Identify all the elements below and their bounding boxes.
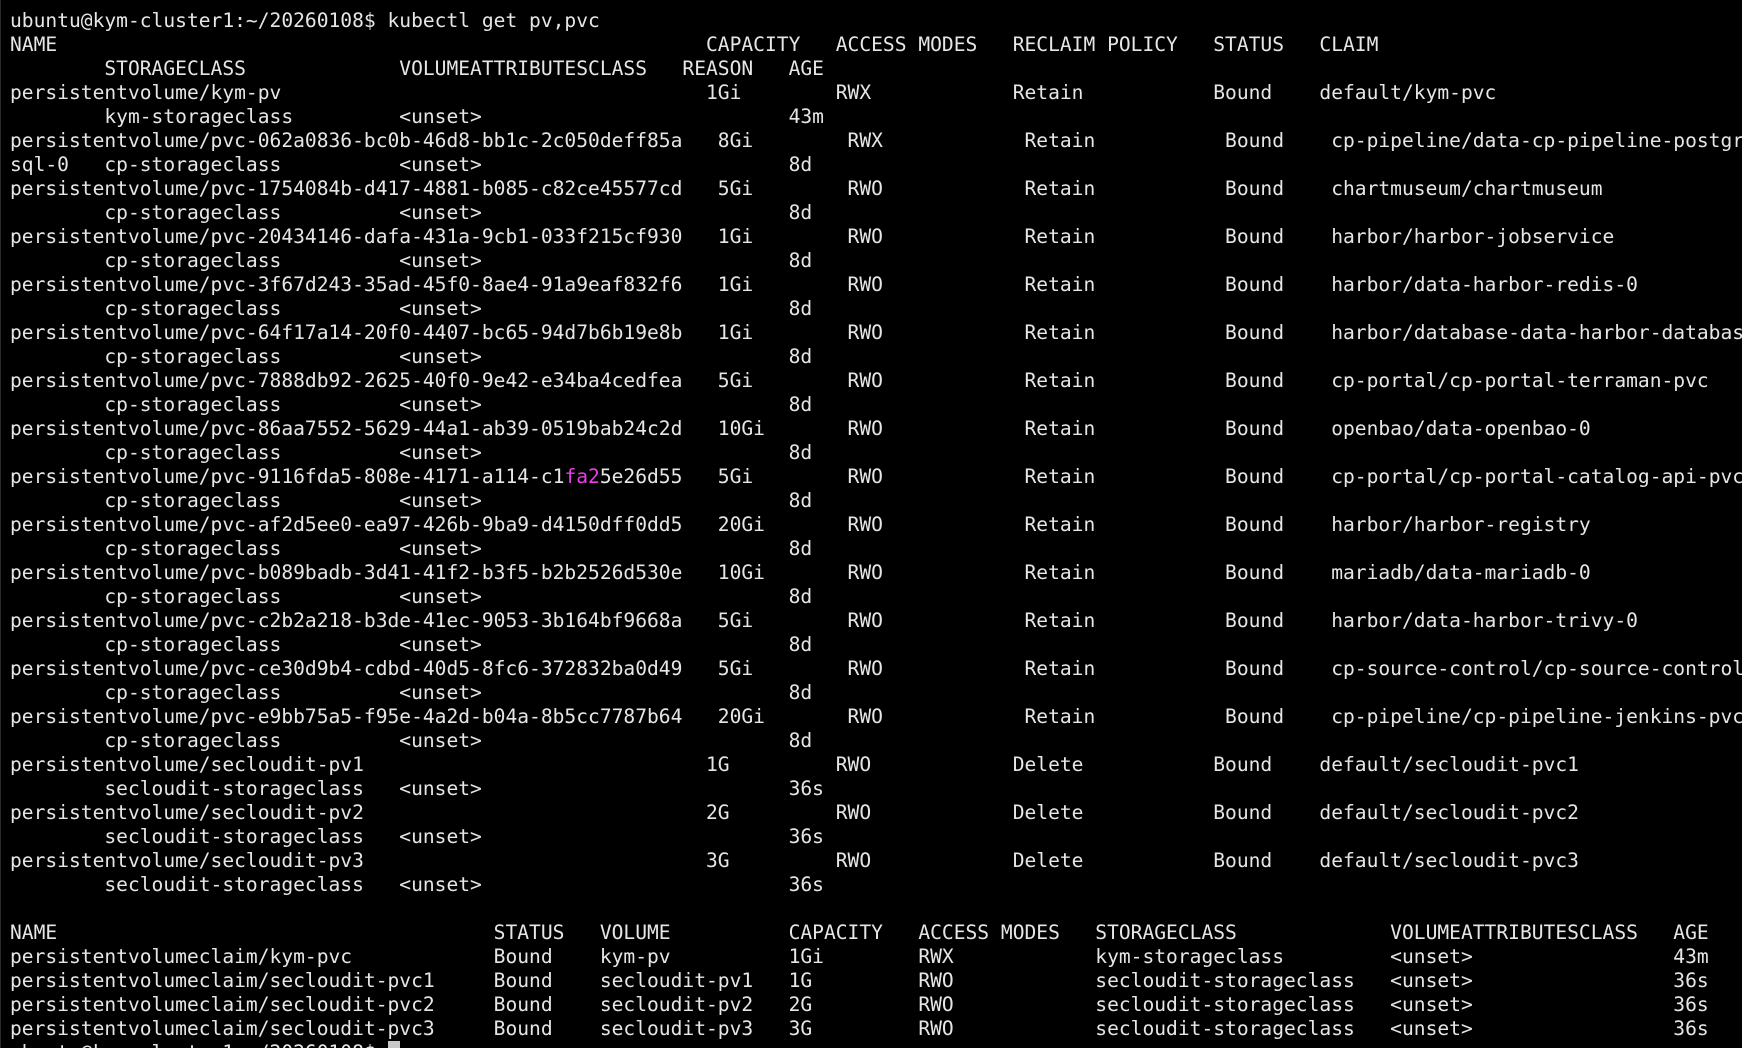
output-line: kym-storageclass <unset> 43m <box>10 105 824 128</box>
output-line: cp-storageclass <unset> 8d <box>10 489 813 512</box>
output-line: persistentvolume/pvc-20434146-dafa-431a-… <box>10 225 1615 248</box>
output-line: persistentvolumeclaim/secloudit-pvc3 Bou… <box>10 1017 1709 1040</box>
output-line: persistentvolume/pvc-1754084b-d417-4881-… <box>10 177 1603 200</box>
output-line: cp-storageclass <unset> 8d <box>10 249 813 272</box>
output-line: persistentvolume/pvc-b089badb-3d41-41f2-… <box>10 561 1591 584</box>
output-line: persistentvolume/kym-pv 1Gi RWX Retain B… <box>10 81 1497 104</box>
output-line: persistentvolume/pvc-e9bb75a5-f95e-4a2d-… <box>10 705 1742 728</box>
output-line: cp-storageclass <unset> 8d <box>10 585 813 608</box>
output-line: sql-0 cp-storageclass <unset> 8d <box>10 153 813 176</box>
output-line: persistentvolumeclaim/secloudit-pvc2 Bou… <box>10 993 1709 1016</box>
output-line: cp-storageclass <unset> 8d <box>10 297 813 320</box>
terminal-window[interactable]: ubuntu@kym-cluster1:~/20260108$ kubectl … <box>0 0 1742 1048</box>
search-match-highlight: fa2 <box>564 465 600 488</box>
output-line: persistentvolumeclaim/kym-pvc Bound kym-… <box>10 945 1709 968</box>
output-line: cp-storageclass <unset> 8d <box>10 441 813 464</box>
output-line: persistentvolume/pvc-64f17a14-20f0-4407-… <box>10 321 1742 344</box>
output-line: persistentvolume/secloudit-pv1 1G RWO De… <box>10 753 1579 776</box>
output-line: persistentvolume/pvc-ce30d9b4-cdbd-40d5-… <box>10 657 1742 680</box>
output-line: persistentvolume/pvc-7888db92-2625-40f0-… <box>10 369 1709 392</box>
prompt-line: ubuntu@kym-cluster1:~/20260108$ <box>10 1041 1742 1048</box>
output-line: cp-storageclass <unset> 8d <box>10 537 813 560</box>
output-line: persistentvolume/pvc-3f67d243-35ad-45f0-… <box>10 273 1638 296</box>
output-line: persistentvolumeclaim/secloudit-pvc1 Bou… <box>10 969 1709 992</box>
terminal-output[interactable]: ubuntu@kym-cluster1:~/20260108$ kubectl … <box>10 9 1742 1048</box>
output-line: persistentvolume/pvc-062a0836-bc0b-46d8-… <box>10 129 1742 152</box>
output-line: persistentvolume/pvc-86aa7552-5629-44a1-… <box>10 417 1591 440</box>
output-line: cp-storageclass <unset> 8d <box>10 345 813 368</box>
output-line: cp-storageclass <unset> 8d <box>10 201 813 224</box>
output-line: persistentvolume/secloudit-pv2 2G RWO De… <box>10 801 1579 824</box>
output-line: persistentvolume/pvc-c2b2a218-b3de-41ec-… <box>10 609 1638 632</box>
table-header: NAME CAPACITY ACCESS MODES RECLAIM POLIC… <box>10 33 1379 56</box>
output-line: cp-storageclass <unset> 8d <box>10 681 813 704</box>
output-line: persistentvolume/pvc-af2d5ee0-ea97-426b-… <box>10 513 1591 536</box>
output-line: persistentvolume/pvc-9116fda5-808e-4171-… <box>10 465 1742 488</box>
table-header: NAME STATUS VOLUME CAPACITY ACCESS MODES… <box>10 921 1709 944</box>
output-line: cp-storageclass <unset> 8d <box>10 633 813 656</box>
output-line: secloudit-storageclass <unset> 36s <box>10 777 824 800</box>
output-line: cp-storageclass <unset> 8d <box>10 729 813 752</box>
output-line: cp-storageclass <unset> 8d <box>10 393 813 416</box>
output-line: persistentvolume/secloudit-pv3 3G RWO De… <box>10 849 1579 872</box>
output-line: secloudit-storageclass <unset> 36s <box>10 825 824 848</box>
table-header: STORAGECLASS VOLUMEATTRIBUTESCLASS REASO… <box>10 57 824 80</box>
text-cursor <box>387 1041 400 1048</box>
prompt-line: ubuntu@kym-cluster1:~/20260108$ kubectl … <box>10 9 600 32</box>
output-line: secloudit-storageclass <unset> 36s <box>10 873 824 896</box>
